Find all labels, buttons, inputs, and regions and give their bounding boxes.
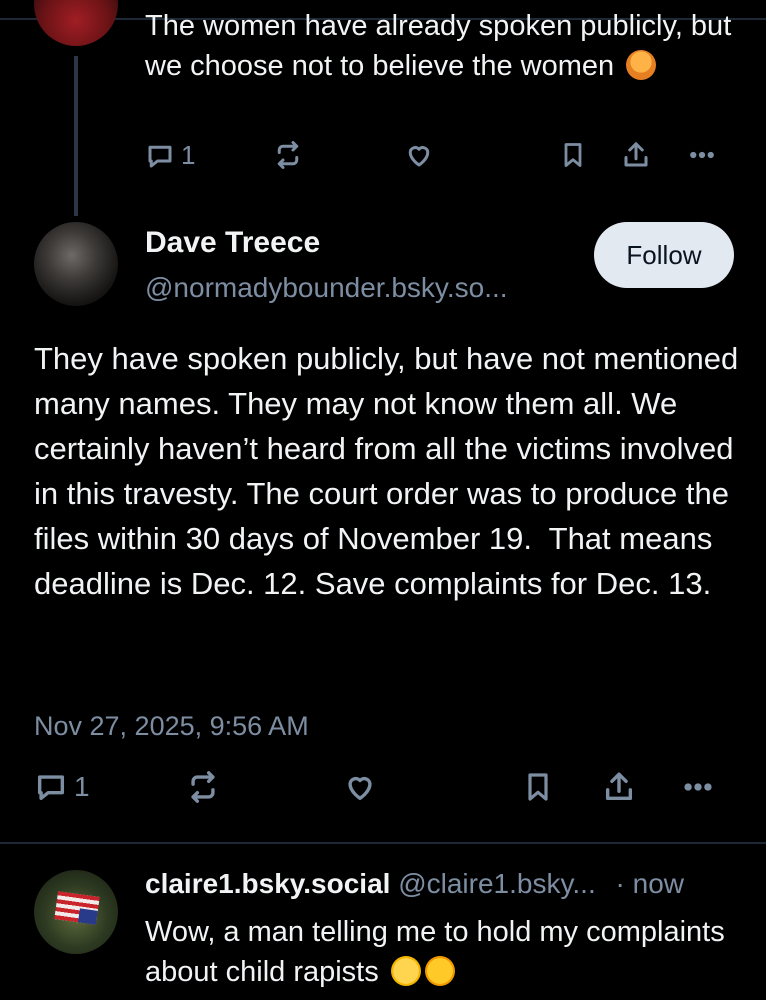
reply-text: Wow, a man telling me to hold my complai… [145, 912, 745, 992]
person-shrugging-emoji-icon [626, 50, 657, 80]
like-button[interactable] [342, 770, 378, 804]
reply-header: claire1.bsky.social @claire1.bsky... · n… [145, 868, 755, 900]
more-icon [690, 151, 714, 159]
like-icon [348, 776, 372, 801]
more-button[interactable] [685, 140, 719, 170]
main-post-text: They have spoken publicly, but have not … [34, 341, 747, 601]
reply-icon [37, 775, 65, 801]
avatar[interactable] [34, 0, 118, 46]
reply-icon [148, 145, 172, 167]
author-name[interactable]: Dave Treece [145, 226, 320, 260]
share-icon [605, 772, 633, 801]
reply-button[interactable]: 1 [145, 140, 195, 171]
bookmark-icon [564, 143, 582, 167]
repost-button[interactable] [273, 140, 303, 170]
avatar[interactable] [34, 222, 118, 306]
post-timestamp[interactable]: Nov 27, 2025, 9:56 AM [34, 711, 309, 742]
share-button[interactable] [602, 770, 636, 804]
share-icon [624, 142, 648, 167]
bookmark-icon [528, 773, 548, 801]
more-icon [684, 783, 712, 791]
reply-count: 1 [74, 771, 90, 802]
bookmark-button[interactable] [522, 770, 554, 804]
repost-icon [191, 771, 215, 803]
more-button[interactable] [678, 770, 718, 804]
action-bar: 1 [145, 140, 725, 180]
reply-count: 1 [181, 140, 196, 170]
reply-button[interactable]: 1 [34, 770, 90, 804]
author-handle[interactable]: @normadybounder.bsky.so... [145, 272, 508, 304]
face-with-rolling-eyes-emoji-icon [390, 956, 421, 986]
share-button[interactable] [621, 140, 651, 170]
repost-button[interactable] [186, 770, 220, 804]
avatar[interactable] [34, 870, 118, 954]
flag-icon [54, 891, 100, 925]
bookmark-button[interactable] [559, 140, 587, 170]
post-text: The women have already spoken publicly, … [145, 6, 745, 86]
separator-dot: · [615, 868, 625, 899]
reply-time[interactable]: now [633, 868, 684, 899]
like-button[interactable] [403, 140, 435, 170]
reply-author-name[interactable]: claire1.bsky.social [145, 868, 390, 899]
like-icon [408, 146, 430, 167]
repost-icon [277, 141, 299, 169]
thread-line [74, 56, 78, 216]
reply-author-handle[interactable]: @claire1.bsky... [398, 868, 596, 899]
action-bar: 1 [34, 770, 734, 810]
follow-button[interactable]: Follow [594, 222, 734, 288]
post-divider [0, 842, 766, 844]
yawning-face-emoji-icon [424, 956, 455, 986]
